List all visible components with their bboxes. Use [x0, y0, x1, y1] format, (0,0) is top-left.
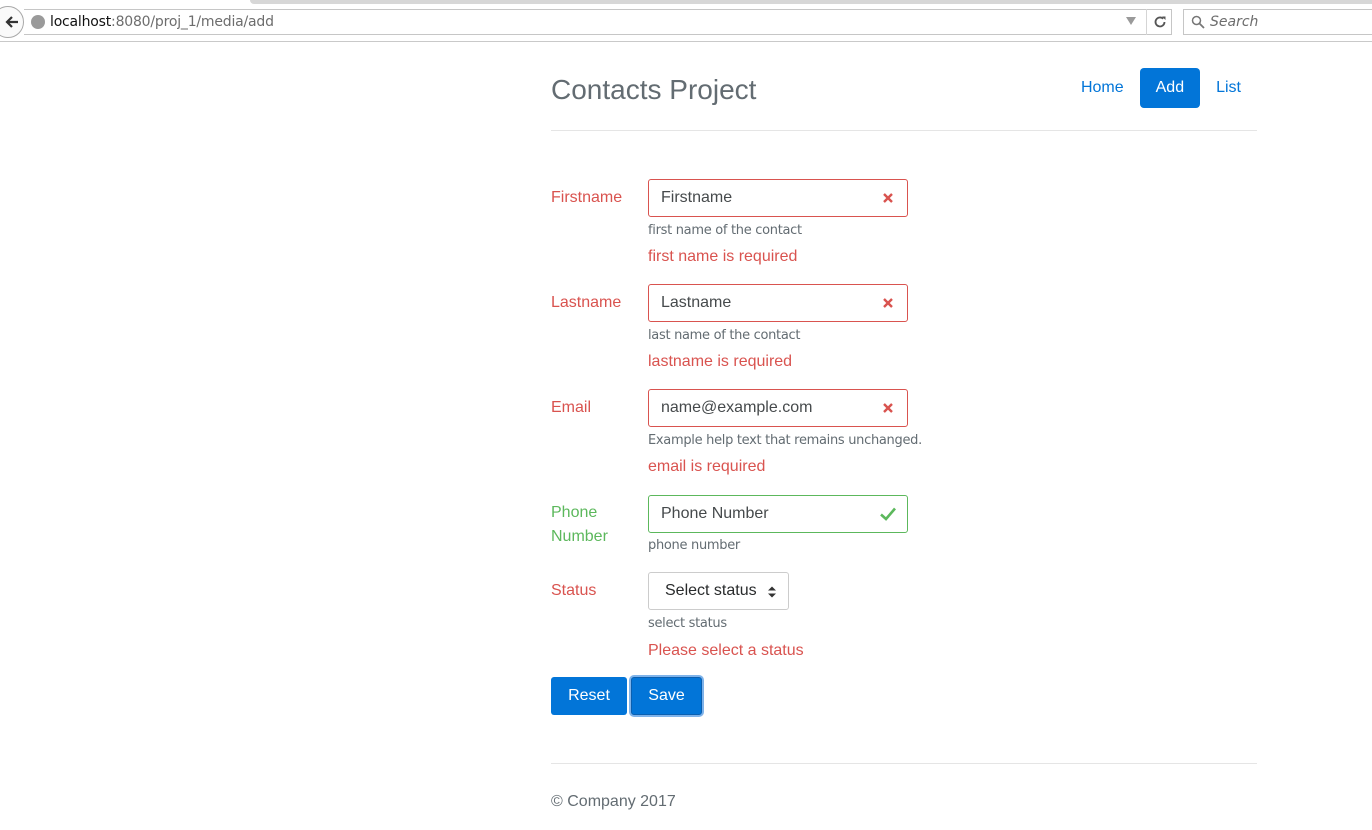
close-icon	[883, 298, 893, 308]
phone-placeholder: Phone Number	[661, 505, 769, 522]
back-button[interactable]	[0, 6, 24, 38]
search-icon	[1191, 15, 1205, 29]
email-label: Email	[551, 399, 592, 416]
status-selected: Select status	[665, 582, 757, 599]
check-icon	[880, 507, 896, 521]
firstname-label: Firstname	[551, 189, 623, 206]
nav-home[interactable]: Home	[1065, 68, 1140, 108]
phone-label-line1: Phone	[551, 504, 598, 521]
firstname-help: first name of the contact	[648, 223, 802, 238]
footer-copyright: © Company 2017	[551, 793, 676, 810]
footer-divider	[551, 763, 1257, 764]
url-dropdown-icon[interactable]	[1126, 17, 1136, 25]
close-icon	[883, 403, 893, 413]
email-error: email is required	[648, 458, 766, 475]
lastname-input[interactable]: Lastname	[648, 284, 908, 322]
reload-button[interactable]	[1146, 9, 1172, 35]
url-text[interactable]: localhost:8080/proj_1/media/add	[50, 14, 274, 30]
main-nav: Home Add List	[1065, 68, 1257, 108]
status-select[interactable]: Select status	[648, 572, 789, 610]
brand-title: Contacts Project	[551, 74, 757, 105]
page-container: Contacts Project Home Add List Firstname…	[551, 42, 1257, 810]
page-header: Contacts Project Home Add List	[551, 42, 1257, 131]
lastname-error: lastname is required	[648, 353, 793, 370]
phone-input[interactable]: Phone Number	[648, 495, 908, 533]
back-arrow-icon	[5, 16, 18, 28]
status-label: Status	[551, 582, 597, 599]
phone-label: Phone Number	[551, 501, 608, 549]
status-help: select status	[648, 616, 727, 631]
select-caret-icon	[768, 586, 776, 598]
phone-help: phone number	[648, 538, 740, 553]
lastname-label: Lastname	[551, 294, 622, 311]
close-icon	[883, 193, 893, 203]
nav-list[interactable]: List	[1200, 68, 1257, 108]
firstname-placeholder: Firstname	[661, 189, 733, 206]
email-help: Example help text that remains unchanged…	[648, 433, 922, 448]
search-placeholder: Search	[1210, 14, 1259, 30]
save-button[interactable]: Save	[631, 677, 702, 715]
reload-icon	[1154, 16, 1165, 28]
browser-toolbar: localhost:8080/proj_1/media/add Search	[0, 0, 1372, 42]
url-path: :8080/proj_1/media/add	[111, 14, 274, 30]
email-placeholder: name@example.com	[661, 399, 813, 416]
firstname-input[interactable]: Firstname	[648, 179, 908, 217]
url-host: localhost	[50, 14, 112, 30]
firstname-error: first name is required	[648, 248, 798, 265]
globe-icon	[31, 15, 45, 29]
reset-button[interactable]: Reset	[551, 677, 627, 715]
lastname-placeholder: Lastname	[661, 294, 732, 311]
nav-add[interactable]: Add	[1139, 68, 1201, 108]
lastname-help: last name of the contact	[648, 328, 801, 343]
phone-label-line2: Number	[551, 528, 608, 545]
email-input[interactable]: name@example.com	[648, 389, 908, 427]
status-error: Please select a status	[648, 642, 804, 659]
tab-strip	[250, 0, 1372, 4]
